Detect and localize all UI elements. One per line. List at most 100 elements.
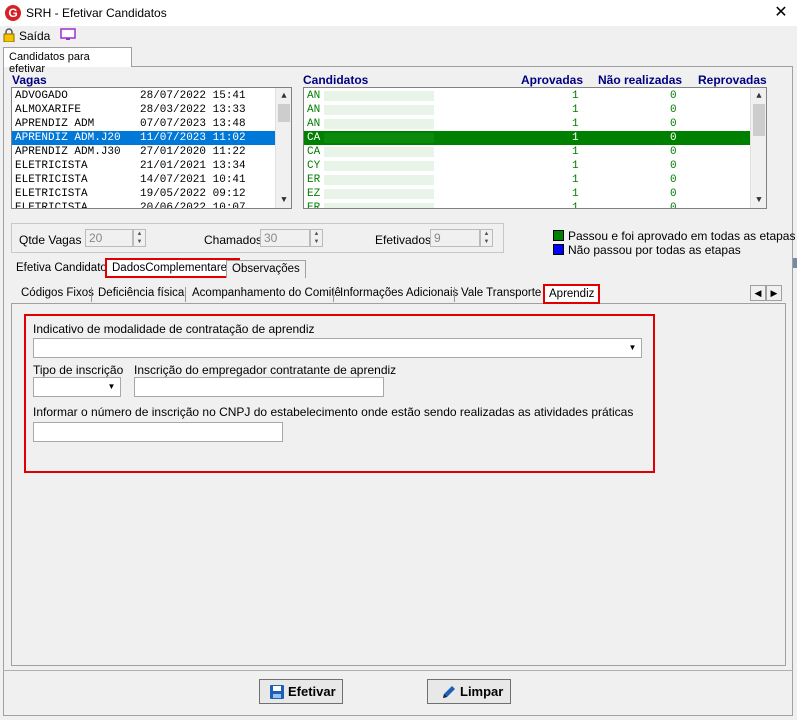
modalidade-label: Indicativo de modalidade de contratação … bbox=[33, 322, 315, 336]
tab-candidatos-para-efetivar[interactable]: Candidatos para efetivar bbox=[3, 47, 132, 75]
redacted-name bbox=[324, 91, 434, 101]
monitor-icon[interactable] bbox=[60, 28, 76, 42]
redacted-name bbox=[324, 119, 434, 129]
candidato-row[interactable]: ER 1 0 bbox=[304, 173, 751, 187]
vaga-row[interactable]: ADVOGADO 28/07/2022 15:41 bbox=[12, 89, 275, 103]
qtde-vagas-field: 20 bbox=[85, 229, 133, 247]
tipo-inscricao-select[interactable]: ▼ bbox=[33, 377, 121, 397]
candidato-row[interactable]: CY 1 0 bbox=[304, 159, 751, 173]
candidato-row[interactable]: ER 1 0 bbox=[304, 201, 751, 209]
vaga-name: ADVOGADO bbox=[15, 90, 68, 102]
vaga-row[interactable]: ELETRICISTA 19/05/2022 09:12 bbox=[12, 187, 275, 201]
scroll-up-icon[interactable]: ▲ bbox=[751, 88, 766, 104]
candidato-row[interactable]: CA 1 0 bbox=[304, 131, 751, 145]
vaga-date: 20/06/2022 10:07 bbox=[140, 202, 246, 209]
efetivar-button[interactable]: Efetivar bbox=[259, 679, 343, 704]
legend-not-passed-label: Não passou por todas as etapas bbox=[568, 243, 741, 257]
scroll-thumb[interactable] bbox=[278, 104, 290, 122]
vaga-row[interactable]: APRENDIZ ADM.J20 11/07/2023 11:02 bbox=[12, 131, 275, 145]
nao-realizadas-value: 0 bbox=[670, 202, 677, 209]
vaga-row[interactable]: ALMOXARIFE 28/03/2022 13:33 bbox=[12, 103, 275, 117]
tab-codigos-fixos[interactable]: Códigos Fixos bbox=[17, 285, 98, 303]
candidato-row[interactable]: CA 1 0 bbox=[304, 145, 751, 159]
candidatos-scrollbar[interactable]: ▲ ▼ bbox=[750, 88, 766, 208]
aprovadas-value: 1 bbox=[572, 202, 579, 209]
nao-realizadas-value: 0 bbox=[670, 174, 677, 186]
nao-realizadas-value: 0 bbox=[670, 90, 677, 102]
candidato-row[interactable]: EZ 1 0 bbox=[304, 187, 751, 201]
exit-button[interactable]: Saída bbox=[19, 29, 50, 43]
candidatos-list[interactable]: AN 1 0 AN 1 0 AN 1 0 CA 1 0 CA 1 0 CY 1 0 ER 1 0 EZ 1 0 ER 1 0 ▲ ▼ bbox=[303, 87, 767, 209]
redacted-name bbox=[324, 203, 434, 208]
tab-observacoes[interactable]: Observações bbox=[226, 260, 306, 278]
efetivar-label: Efetivar bbox=[288, 684, 336, 699]
efetivados-spinner[interactable]: ▲ ▼ bbox=[480, 229, 493, 247]
redacted-name bbox=[324, 189, 434, 199]
aprovadas-value: 1 bbox=[572, 90, 579, 102]
tab-deficiencia-fisica[interactable]: Deficiência física bbox=[94, 285, 188, 303]
candidato-name: EZ bbox=[307, 188, 321, 200]
chamados-spinner[interactable]: ▲ ▼ bbox=[310, 229, 323, 247]
vaga-row[interactable]: ELETRICISTA 14/07/2021 10:41 bbox=[12, 173, 275, 187]
redacted-name bbox=[324, 105, 434, 115]
legend-green-swatch bbox=[553, 230, 564, 241]
vaga-name: ALMOXARIFE bbox=[15, 104, 82, 116]
aprovadas-value: 1 bbox=[572, 104, 579, 116]
qtde-vagas-label: Qtde Vagas bbox=[19, 233, 82, 247]
cnpj-input[interactable] bbox=[33, 422, 283, 442]
candidato-row[interactable]: AN 1 0 bbox=[304, 103, 751, 117]
aprovadas-value: 1 bbox=[572, 118, 579, 130]
tipo-inscricao-label: Tipo de inscrição bbox=[33, 363, 124, 377]
vaga-name: APRENDIZ ADM bbox=[15, 118, 95, 130]
tab-separator bbox=[185, 287, 186, 302]
chamados-label: Chamados bbox=[204, 233, 263, 247]
vaga-row[interactable]: ELETRICISTA 21/01/2021 13:34 bbox=[12, 159, 275, 173]
tab-scroll-left-icon[interactable]: ◀ bbox=[750, 285, 766, 301]
modalidade-select[interactable]: ▼ bbox=[33, 338, 642, 358]
vaga-date: 11/07/2023 11:02 bbox=[140, 132, 246, 144]
col-reprovadas: Reprovadas bbox=[698, 73, 767, 87]
redacted-name bbox=[324, 133, 434, 143]
vagas-header: Vagas bbox=[12, 73, 47, 87]
chevron-down-icon[interactable]: ▼ bbox=[625, 340, 640, 356]
scroll-up-icon[interactable]: ▲ bbox=[276, 88, 291, 104]
nao-realizadas-value: 0 bbox=[670, 146, 677, 158]
vaga-name: ELETRICISTA bbox=[15, 202, 88, 209]
scroll-thumb[interactable] bbox=[753, 104, 765, 136]
vaga-name: ELETRICISTA bbox=[15, 174, 88, 186]
candidatos-header: Candidatos bbox=[303, 73, 369, 87]
tab-scroll-right-icon[interactable]: ▶ bbox=[766, 285, 782, 301]
chevron-down-icon[interactable]: ▼ bbox=[104, 379, 119, 395]
pencil-icon bbox=[443, 686, 455, 698]
close-icon[interactable]: ✕ bbox=[770, 2, 792, 24]
aprovadas-value: 1 bbox=[572, 146, 579, 158]
candidato-name: CA bbox=[307, 146, 321, 158]
scroll-down-icon[interactable]: ▼ bbox=[276, 192, 291, 208]
vagas-scrollbar[interactable]: ▲ ▼ bbox=[275, 88, 291, 208]
lock-icon[interactable] bbox=[3, 28, 15, 42]
vaga-name: APRENDIZ ADM.J20 bbox=[15, 132, 121, 144]
tab-acompanhamento-comite[interactable]: Acompanhamento do Comitê bbox=[188, 285, 345, 303]
redacted-name bbox=[324, 161, 434, 171]
save-icon bbox=[270, 685, 284, 699]
scroll-down-icon[interactable]: ▼ bbox=[751, 192, 766, 208]
tab-dados-complementares[interactable]: DadosComplementares bbox=[105, 258, 240, 278]
candidato-row[interactable]: AN 1 0 bbox=[304, 117, 751, 131]
tab-informacoes-adicionais[interactable]: Informações Adicionais bbox=[336, 285, 462, 303]
redacted-name bbox=[324, 147, 434, 157]
qtde-vagas-spinner[interactable]: ▲ ▼ bbox=[133, 229, 146, 247]
nao-realizadas-value: 0 bbox=[670, 160, 677, 172]
candidato-row[interactable]: AN 1 0 bbox=[304, 89, 751, 103]
bottom-separator bbox=[3, 670, 793, 671]
nao-realizadas-value: 0 bbox=[670, 188, 677, 200]
vaga-row[interactable]: APRENDIZ ADM 07/07/2023 13:48 bbox=[12, 117, 275, 131]
limpar-button[interactable]: Limpar bbox=[427, 679, 511, 704]
vaga-row[interactable]: ELETRICISTA 20/06/2022 10:07 bbox=[12, 201, 275, 209]
tab-vale-transporte[interactable]: Vale Transporte bbox=[457, 285, 545, 303]
tab-efetiva-candidato[interactable]: Efetiva Candidato bbox=[11, 260, 112, 278]
tab-aprendiz[interactable]: Aprendiz bbox=[543, 284, 601, 304]
candidato-name: AN bbox=[307, 104, 321, 116]
vaga-row[interactable]: APRENDIZ ADM.J30 27/01/2020 11:22 bbox=[12, 145, 275, 159]
vagas-list[interactable]: ADVOGADO 28/07/2022 15:41 ALMOXARIFE 28/03/… bbox=[11, 87, 292, 209]
inscricao-empregador-input[interactable] bbox=[134, 377, 384, 397]
